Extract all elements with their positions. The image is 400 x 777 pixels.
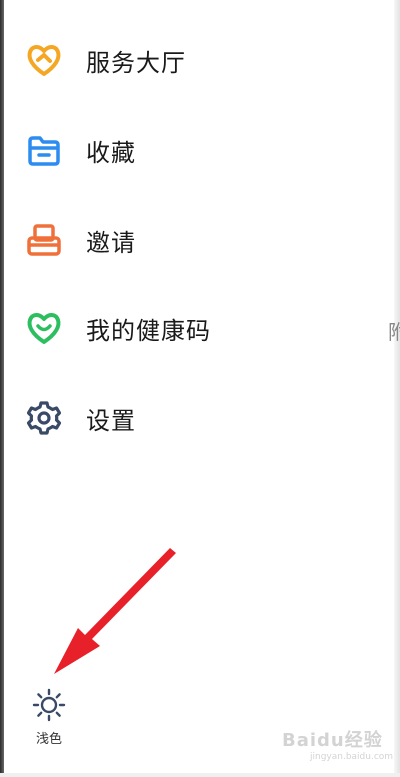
invite-icon bbox=[20, 216, 68, 264]
health-code-icon bbox=[20, 304, 68, 352]
bottom-edge bbox=[0, 773, 400, 777]
drawer-right-shadow bbox=[394, 0, 400, 777]
menu-item-invite[interactable]: 邀请 bbox=[20, 210, 360, 270]
theme-toggle-label: 浅色 bbox=[35, 732, 62, 747]
menu-item-settings[interactable]: 设置 bbox=[20, 388, 360, 448]
menu-item-health-code[interactable]: 我的健康码 bbox=[20, 298, 360, 358]
menu-item-label: 我的健康码 bbox=[86, 316, 211, 345]
favorites-folder-icon bbox=[20, 126, 68, 174]
baidu-watermark: Baidu经验 jingyan.baidu.com bbox=[282, 726, 394, 770]
menu-item-label: 设置 bbox=[86, 406, 136, 435]
clipped-side-text: 附 bbox=[388, 320, 400, 344]
drawer-left-edge bbox=[0, 0, 4, 777]
watermark-main: Baidu经验 bbox=[282, 730, 383, 751]
service-hall-icon bbox=[20, 36, 68, 84]
watermark-sub: jingyan.baidu.com bbox=[310, 752, 394, 762]
menu-item-label: 服务大厅 bbox=[86, 48, 186, 77]
theme-toggle-button[interactable]: 浅色 bbox=[24, 688, 74, 748]
settings-gear-icon bbox=[20, 394, 68, 442]
menu-item-service-hall[interactable]: 服务大厅 bbox=[20, 30, 360, 90]
menu-item-label: 收藏 bbox=[86, 138, 136, 167]
sun-icon bbox=[32, 688, 66, 726]
menu-item-label: 邀请 bbox=[86, 228, 136, 257]
menu-item-favorites[interactable]: 收藏 bbox=[20, 120, 360, 180]
